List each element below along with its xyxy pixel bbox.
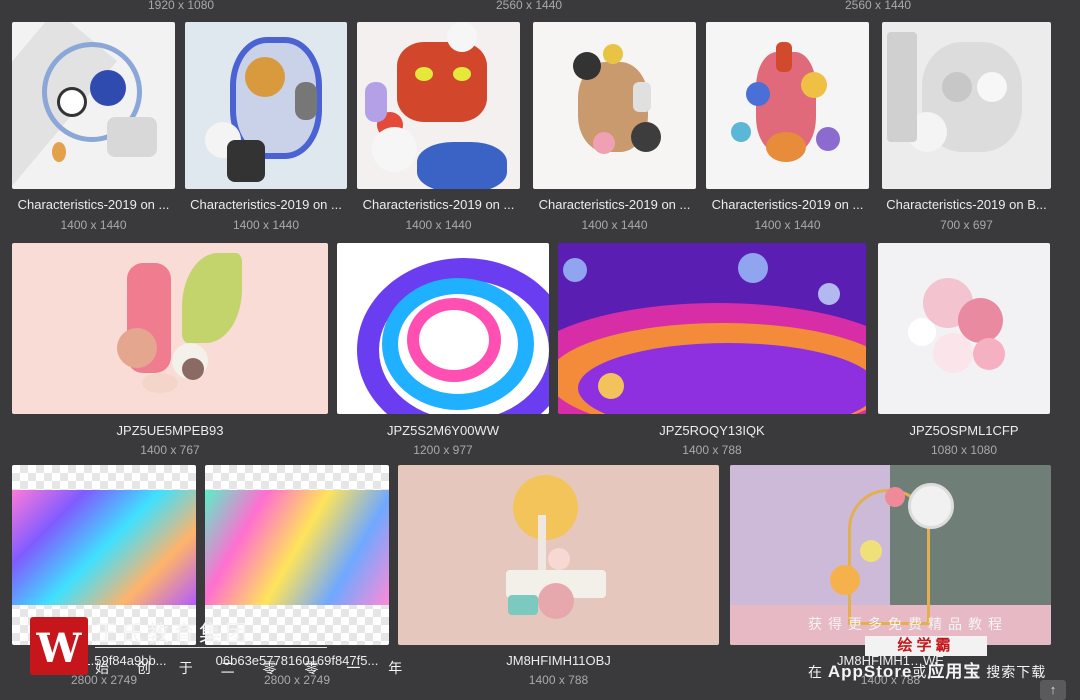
thumbnail-character-1[interactable] (12, 22, 175, 189)
dims-character-4: 1400 x 1440 (581, 218, 648, 232)
caption-owl-nest: Characteristics-2019 on B... (886, 197, 1047, 212)
watermark-download-line: 在 AppStore或应用宝 搜索下载 (808, 662, 1047, 681)
dims-character-2: 1400 x 1440 (232, 218, 300, 232)
dims-gradient-swirl: 1200 x 977 (413, 443, 473, 457)
thumbnail-pink-bottle[interactable] (12, 243, 328, 414)
thumbnail-character-5[interactable] (706, 22, 869, 189)
thumbnail-pink-bubbles[interactable] (878, 243, 1050, 414)
caption-character-4: Characteristics-2019 on ... (538, 197, 691, 212)
watermark-logo: W (30, 617, 88, 675)
caption-pink-bubbles: JPZ5OSPML1CFP (909, 423, 1019, 438)
dims-neon-waves: 1400 x 788 (682, 443, 742, 457)
caption-pastel-arch: JM8HFIMH11OBJ (506, 653, 611, 668)
watermark-title: 王氏教育集团 (95, 621, 252, 646)
thumbnail-neon-waves[interactable] (558, 243, 866, 414)
thumbnail-gradient-swirl[interactable] (337, 243, 549, 414)
watermark-subtitle: 始 创 于 二 零 零 一 年 (95, 660, 415, 676)
dims-owl-nest: 700 x 697 (940, 218, 993, 232)
caption-neon-waves: JPZ5ROQY13IQK (659, 423, 765, 438)
dims-pink-bottle: 1400 x 767 (140, 443, 200, 457)
dims-pastel-arch: 1400 x 788 (528, 673, 589, 687)
caption-character-1: Characteristics-2019 on ... (17, 197, 170, 212)
top-dims-2: 2560 x 1440 (496, 0, 563, 12)
caption-gradient-swirl: JPZ5S2M6Y00WW (387, 423, 499, 438)
thumbnail-character-4[interactable] (533, 22, 696, 189)
top-dims-3: 2560 x 1440 (845, 0, 912, 12)
dims-character-1: 1400 x 1440 (60, 218, 127, 232)
thumbnail-character-2[interactable] (185, 22, 347, 189)
caption-character-2: Characteristics-2019 on ... (190, 197, 342, 212)
watermark-promo-line: 获得更多免费精品教程 (808, 616, 1008, 632)
caption-pink-bottle: JPZ5UE5MPEB93 (116, 423, 224, 438)
thumbnail-character-3[interactable] (357, 22, 520, 189)
watermark-divider (95, 647, 327, 648)
top-dims-1: 1920 x 1080 (148, 0, 215, 12)
scroll-to-top-icon[interactable]: ↑ (1040, 680, 1066, 700)
caption-character-5: Characteristics-2019 on ... (711, 197, 864, 212)
dims-character-5: 1400 x 1440 (754, 218, 821, 232)
thumbnail-owl-nest[interactable] (882, 22, 1051, 189)
caption-character-3: Characteristics-2019 on ... (362, 197, 515, 212)
dims-pink-bubbles: 1080 x 1080 (930, 443, 998, 457)
thumbnail-pastel-arch[interactable] (398, 465, 719, 645)
dims-character-3: 1400 x 1440 (405, 218, 472, 232)
watermark-badge: 绘学霸 (865, 636, 987, 656)
